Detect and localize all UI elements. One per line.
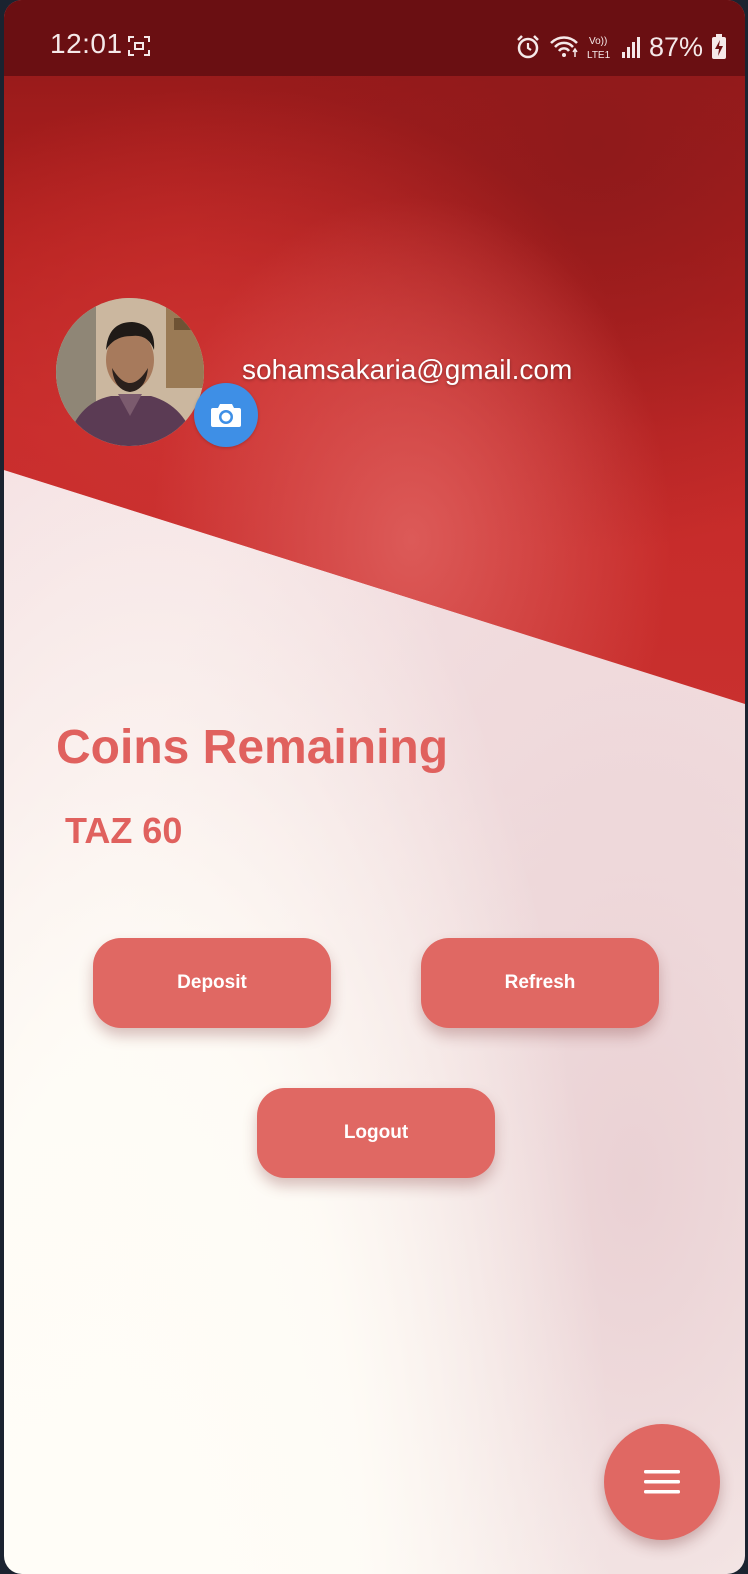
- refresh-button-label: Refresh: [504, 972, 576, 993]
- app-screen: 12:01 Vo)) LTE1 87% sohamsakaria@gmail.c…: [4, 0, 745, 1574]
- screenshot-icon: [128, 36, 150, 56]
- volte-icon: Vo)) LTE1: [587, 36, 611, 61]
- battery-charging-icon: [712, 34, 726, 59]
- deposit-button-label: Deposit: [177, 972, 247, 993]
- status-icons: Vo)) LTE1 87%: [515, 30, 727, 64]
- coins-title: Coins Remaining: [56, 721, 449, 774]
- status-bar: 12:01 Vo)) LTE1 87%: [4, 0, 745, 76]
- svg-text:Vo)): Vo)): [589, 36, 607, 47]
- coins-value: TAZ 60: [65, 810, 183, 851]
- menu-icon: [644, 1470, 680, 1494]
- alarm-icon: [517, 35, 539, 59]
- avatar[interactable]: [56, 298, 204, 446]
- logout-button-label: Logout: [343, 1122, 409, 1143]
- status-time: 12:01: [50, 28, 123, 59]
- deposit-button[interactable]: Deposit: [93, 938, 331, 1028]
- logout-button[interactable]: Logout: [257, 1088, 495, 1178]
- user-photo: [56, 298, 204, 446]
- profile-header: sohamsakaria@gmail.com: [56, 298, 736, 448]
- user-email: sohamsakaria@gmail.com: [242, 354, 573, 385]
- wifi-icon: [550, 36, 578, 57]
- signal-icon: [621, 37, 640, 58]
- svg-text:LTE1: LTE1: [587, 50, 611, 61]
- battery-percent: 87%: [648, 31, 703, 62]
- menu-fab-button[interactable]: [604, 1424, 720, 1540]
- change-photo-button[interactable]: [194, 383, 258, 447]
- refresh-button[interactable]: Refresh: [421, 938, 659, 1028]
- camera-icon: [211, 404, 241, 427]
